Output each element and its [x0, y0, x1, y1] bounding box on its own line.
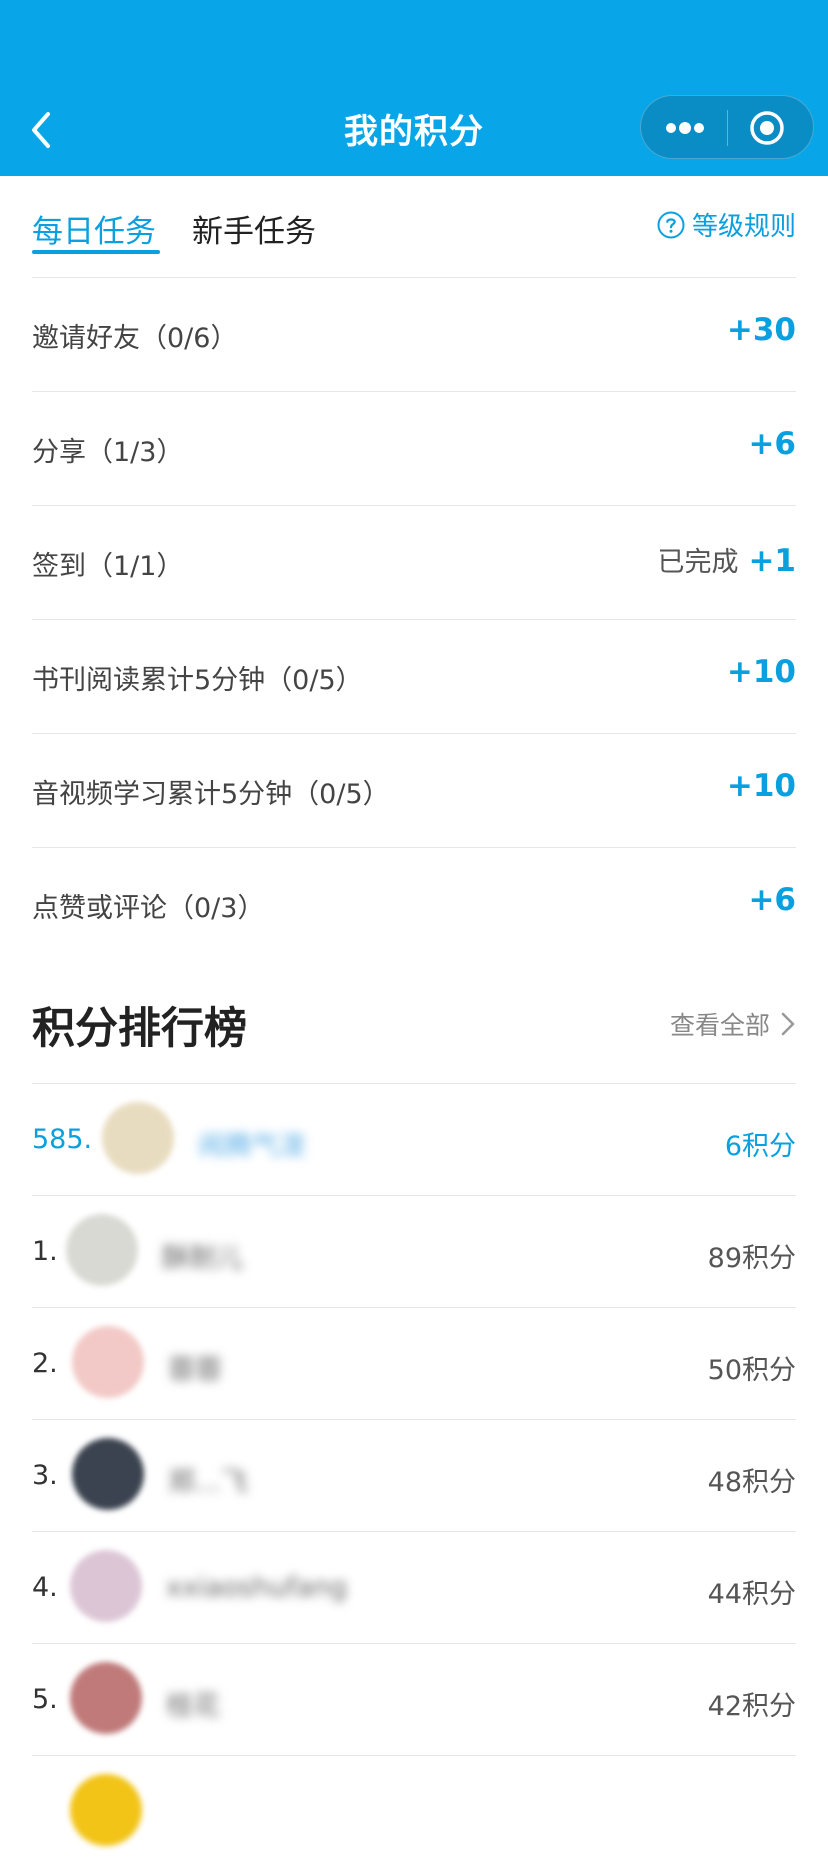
task-name: 签到（1/1）: [32, 551, 184, 582]
user-score: 89积分: [707, 1243, 796, 1274]
task-points: +10: [726, 654, 796, 690]
more-dots-icon[interactable]: [659, 118, 711, 138]
rank-number: 3.: [32, 1460, 58, 1491]
task-item[interactable]: 签到（1/1） 已完成 +1: [32, 506, 796, 620]
avatar: [70, 1662, 142, 1734]
rank-number: 585.: [32, 1124, 93, 1155]
avatar: [70, 1774, 142, 1846]
avatar: [72, 1438, 144, 1510]
user-name: 桂花: [166, 1691, 220, 1722]
close-target-icon[interactable]: [749, 110, 785, 146]
question-circle-icon: [657, 211, 685, 238]
rank-row[interactable]: 5. 桂花 42积分: [32, 1644, 796, 1755]
task-points: +6: [748, 882, 796, 918]
mini-program-capsule: [640, 95, 814, 159]
rank-row[interactable]: [32, 1756, 796, 1867]
user-score: 6积分: [724, 1131, 796, 1162]
rank-row[interactable]: 2. 蓉蓉 50积分: [32, 1308, 796, 1419]
user-score: 44积分: [707, 1579, 796, 1610]
rank-number: 4.: [32, 1572, 58, 1603]
task-item[interactable]: 点赞或评论（0/3） +6: [32, 848, 796, 962]
rank-number: 1.: [32, 1236, 58, 1267]
rank-row[interactable]: 4. xxiaoshufang 44积分: [32, 1532, 796, 1643]
task-item[interactable]: 邀请好友（0/6） +30: [32, 278, 796, 392]
user-name: 蓉蓉: [168, 1355, 222, 1386]
task-item[interactable]: 音视频学习累计5分钟（0/5） +10: [32, 734, 796, 848]
level-rules-label: 等级规则: [691, 212, 796, 242]
user-score: 48积分: [707, 1467, 796, 1498]
task-tabs: 每日任务 新手任务 等级规则: [0, 176, 828, 278]
user-name: 郑...飞: [168, 1467, 248, 1498]
rank-number: 5.: [32, 1684, 58, 1715]
task-name: 分享（1/3）: [32, 437, 184, 468]
capsule-divider: [727, 110, 728, 146]
task-item[interactable]: 书刊阅读累计5分钟（0/5） +10: [32, 620, 796, 734]
user-score: 50积分: [707, 1355, 796, 1386]
task-status: 已完成: [657, 547, 739, 578]
active-tab-indicator: [32, 250, 160, 254]
task-points: +30: [726, 312, 796, 348]
avatar: [72, 1326, 144, 1398]
my-rank-row[interactable]: 585. 闹腾气泼 6积分: [32, 1084, 796, 1195]
tab-newbie-tasks[interactable]: 新手任务: [192, 206, 316, 251]
user-name: 酥耐儿: [162, 1243, 243, 1274]
chevron-right-icon: [781, 1012, 795, 1036]
nav-bar: 我的积分: [0, 0, 828, 176]
view-all-link[interactable]: 查看全部: [670, 1006, 796, 1042]
user-name: 闹腾气泼: [198, 1131, 306, 1162]
view-all-label: 查看全部: [669, 1011, 770, 1040]
task-name: 音视频学习累计5分钟（0/5）: [32, 779, 390, 810]
task-points: +6: [748, 426, 796, 462]
task-name: 书刊阅读累计5分钟（0/5）: [32, 665, 363, 696]
task-name: 点赞或评论（0/3）: [32, 893, 265, 924]
task-points: +10: [726, 768, 796, 804]
task-points: +1: [748, 543, 796, 579]
rank-number: 2.: [32, 1348, 58, 1379]
tab-daily-tasks[interactable]: 每日任务: [32, 206, 156, 251]
avatar: [66, 1214, 138, 1286]
rank-row[interactable]: 3. 郑...飞 48积分: [32, 1420, 796, 1531]
user-score: 42积分: [707, 1691, 796, 1722]
avatar: [70, 1550, 142, 1622]
ranking-title: 积分排行榜: [32, 1004, 247, 1054]
rank-row[interactable]: 1. 酥耐儿 89积分: [32, 1196, 796, 1307]
task-item[interactable]: 分享（1/3） +6: [32, 392, 796, 506]
task-name: 邀请好友（0/6）: [32, 323, 238, 354]
user-name: xxiaoshufang: [166, 1572, 348, 1603]
level-rules-link[interactable]: 等级规则: [656, 206, 796, 243]
avatar: [102, 1102, 174, 1174]
